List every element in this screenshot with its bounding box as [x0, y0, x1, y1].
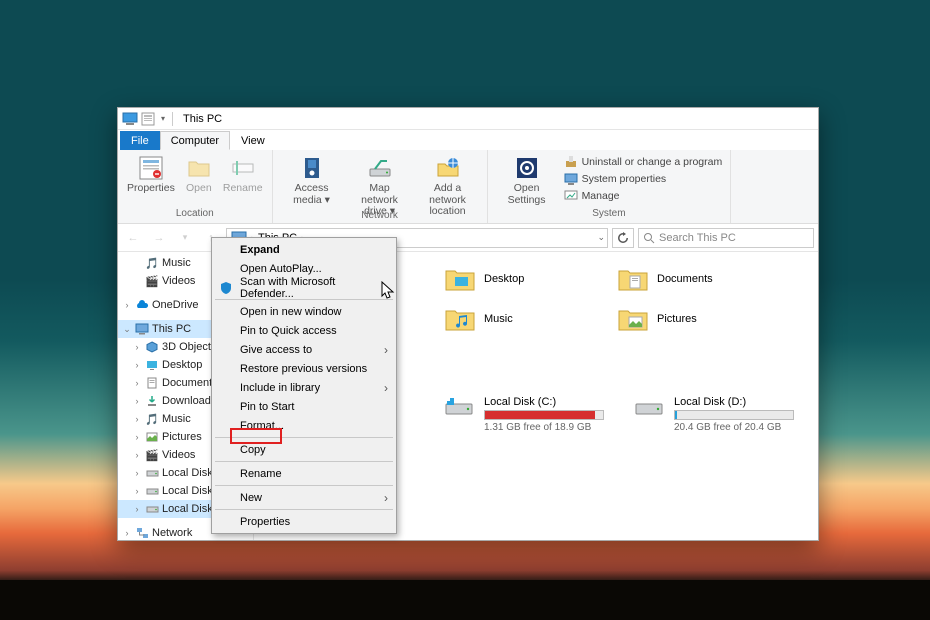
music-icon: 🎵	[145, 412, 159, 426]
desktop-folder-icon	[444, 263, 476, 295]
documents-icon	[145, 376, 159, 390]
properties-icon	[137, 154, 165, 182]
cm-include-library[interactable]: Include in library	[214, 378, 394, 397]
tab-file[interactable]: File	[120, 131, 160, 150]
defender-icon	[218, 280, 234, 296]
open-settings-button[interactable]: Open Settings	[494, 152, 560, 208]
cm-separator	[215, 461, 393, 462]
qat-properties-icon[interactable]	[140, 111, 156, 127]
open-button[interactable]: Open	[180, 152, 218, 197]
cm-format[interactable]: Format...	[214, 416, 394, 435]
uninstall-program-button[interactable]: Uninstall or change a program	[562, 154, 725, 170]
ribbon-group-network: Access media ▾ Map network drive ▾ Add a…	[273, 150, 488, 223]
cm-rename[interactable]: Rename	[214, 464, 394, 483]
folder-desktop[interactable]: Desktop	[444, 262, 599, 296]
nav-back-button[interactable]: ←	[122, 227, 144, 249]
system-properties-button[interactable]: System properties	[562, 171, 725, 187]
properties-button[interactable]: Properties	[124, 152, 178, 197]
drive-c[interactable]: Local Disk (C:) 1.31 GB free of 18.9 GB	[444, 396, 604, 433]
ribbon: Properties Open Rename Location Access m…	[118, 150, 818, 224]
videos-icon: 🎬	[145, 274, 159, 288]
folder-documents[interactable]: Documents	[617, 262, 772, 296]
search-icon	[643, 232, 655, 244]
manage-button[interactable]: Manage	[562, 188, 725, 204]
map-drive-icon	[366, 154, 394, 182]
network-icon	[135, 526, 149, 540]
cm-new[interactable]: New	[214, 488, 394, 507]
tab-computer[interactable]: Computer	[160, 131, 230, 150]
system-properties-icon	[564, 172, 578, 186]
cm-copy[interactable]: Copy	[214, 440, 394, 459]
folder-pictures[interactable]: Pictures	[617, 302, 772, 336]
documents-folder-icon	[617, 263, 649, 295]
qat-dropdown-icon[interactable]: ▾	[158, 111, 168, 127]
drive-icon	[444, 396, 476, 428]
desktop-icon	[145, 358, 159, 372]
open-folder-icon	[185, 154, 213, 182]
mouse-cursor-icon	[381, 281, 395, 301]
drive-c-capacity-bar	[484, 410, 604, 420]
drive-icon	[145, 484, 159, 498]
folder-music[interactable]: Music	[444, 302, 599, 336]
refresh-button[interactable]	[612, 228, 634, 248]
uninstall-icon	[564, 155, 578, 169]
drive-icon	[145, 502, 159, 516]
network-location-icon	[434, 154, 462, 182]
cm-give-access[interactable]: Give access to	[214, 340, 394, 359]
ribbon-group-system: Open Settings Uninstall or change a prog…	[488, 150, 732, 223]
this-pc-icon	[135, 322, 149, 336]
downloads-icon	[145, 394, 159, 408]
cm-restore[interactable]: Restore previous versions	[214, 359, 394, 378]
drive-icon	[145, 466, 159, 480]
ribbon-tabs: File Computer View	[118, 130, 818, 150]
nav-history-button[interactable]: ▾	[174, 227, 196, 249]
cm-separator	[215, 509, 393, 510]
drives-section: Local Disk (C:) 1.31 GB free of 18.9 GB …	[444, 396, 808, 433]
cm-defender[interactable]: Scan with Microsoft Defender...	[214, 278, 394, 297]
folders-section: Desktop Documents Music Pictures	[444, 262, 808, 336]
manage-icon	[564, 189, 578, 203]
window-title: This PC	[183, 113, 222, 125]
3d-objects-icon	[145, 340, 159, 354]
pictures-icon	[145, 430, 159, 444]
cm-new-window[interactable]: Open in new window	[214, 302, 394, 321]
titlebar-divider	[172, 112, 173, 126]
cm-expand[interactable]: Expand	[214, 240, 394, 259]
titlebar: ▾ This PC	[118, 108, 818, 130]
cm-properties[interactable]: Properties	[214, 512, 394, 531]
app-icon	[122, 111, 138, 127]
nav-forward-button[interactable]: →	[148, 227, 170, 249]
settings-icon	[513, 154, 541, 182]
add-network-location-button[interactable]: Add a network location	[415, 152, 481, 220]
cm-pin-quick[interactable]: Pin to Quick access	[214, 321, 394, 340]
cm-pin-start[interactable]: Pin to Start	[214, 397, 394, 416]
onedrive-icon	[135, 298, 149, 312]
tab-view[interactable]: View	[230, 131, 276, 150]
pictures-folder-icon	[617, 303, 649, 335]
access-media-button[interactable]: Access media ▾	[279, 152, 345, 208]
media-icon	[298, 154, 326, 182]
drive-icon	[634, 396, 666, 428]
drive-d[interactable]: Local Disk (D:) 20.4 GB free of 20.4 GB	[634, 396, 794, 433]
address-dropdown-icon[interactable]: ⌄	[597, 232, 605, 243]
cm-separator	[215, 485, 393, 486]
rename-icon	[229, 154, 257, 182]
ribbon-group-location: Properties Open Rename Location	[118, 150, 273, 223]
videos-icon: 🎬	[145, 448, 159, 462]
music-icon: 🎵	[145, 256, 159, 270]
search-box[interactable]: Search This PC	[638, 228, 814, 248]
rename-button[interactable]: Rename	[220, 152, 266, 197]
music-folder-icon	[444, 303, 476, 335]
context-menu: Expand Open AutoPlay... Scan with Micros…	[211, 237, 397, 534]
cm-separator	[215, 437, 393, 438]
drive-d-capacity-bar	[674, 410, 794, 420]
search-placeholder: Search This PC	[659, 232, 736, 244]
